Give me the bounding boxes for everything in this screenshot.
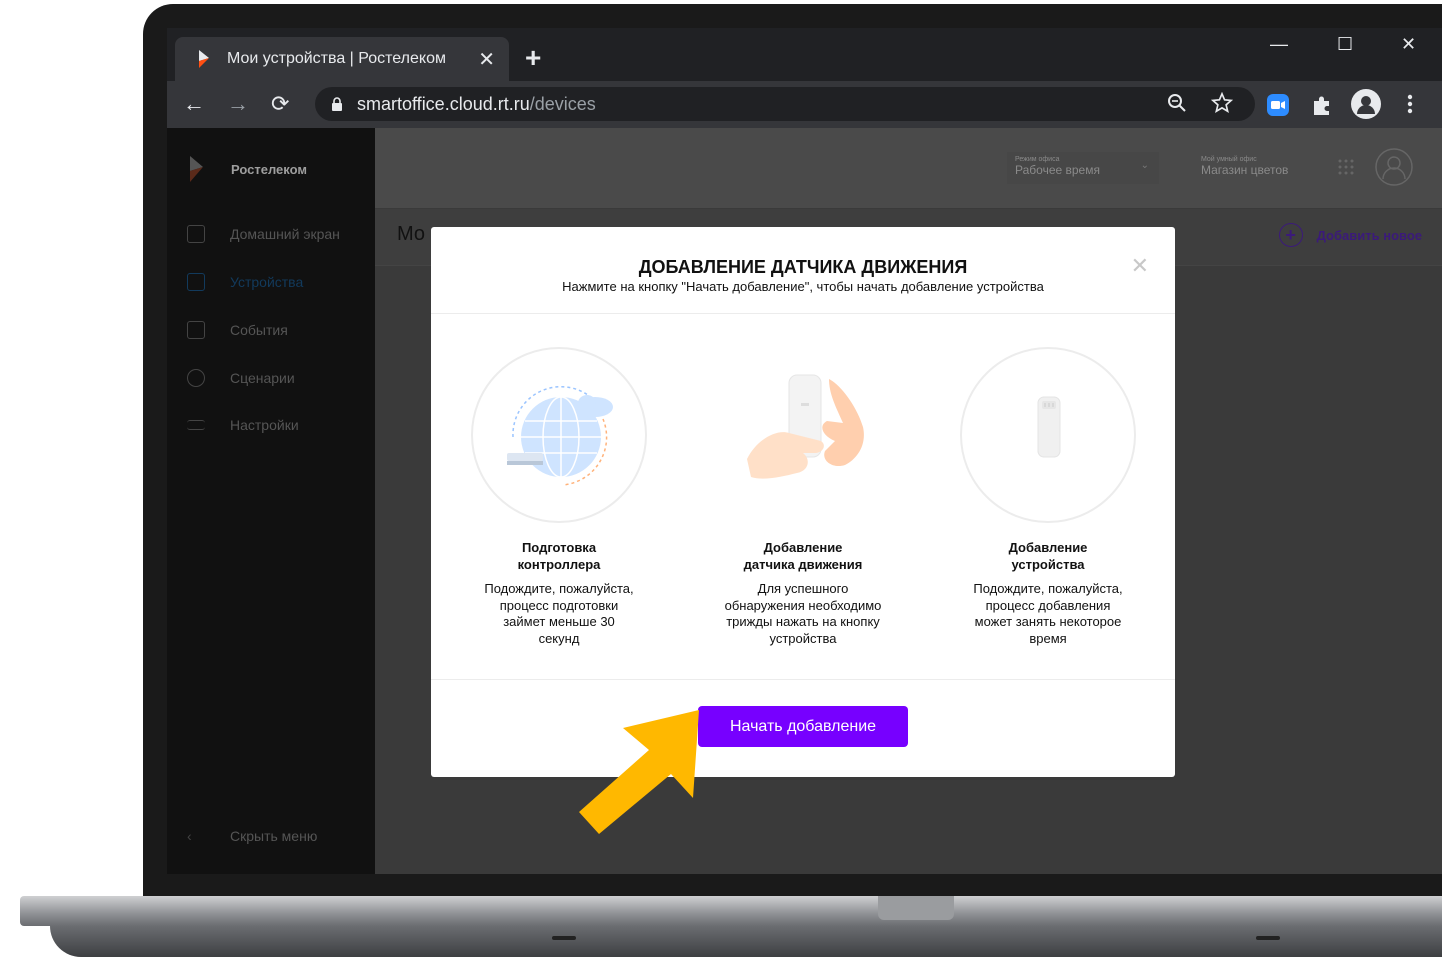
grid-icon: [187, 225, 205, 243]
office-mode-label: Режим офиса: [1015, 156, 1060, 163]
laptop-foot: [552, 936, 576, 940]
sidebar-brand: Ростелеком: [187, 156, 307, 182]
sidebar-item-events[interactable]: События: [187, 321, 288, 339]
step-illustration: [715, 347, 891, 523]
sidebar-item-settings[interactable]: Настройки: [187, 417, 299, 433]
laptop-hinge-notch: [878, 896, 954, 920]
lock-icon: [332, 97, 342, 111]
step-title: Подготовка контроллера: [517, 540, 601, 572]
sidebar-item-devices[interactable]: Устройства: [187, 273, 303, 291]
chevron-down-icon: ⌄: [1140, 160, 1149, 171]
sidebar: Ростелеком Домашний экран Устройства Соб…: [167, 128, 375, 874]
web-page: Ростелеком Домашний экран Устройства Соб…: [167, 128, 1442, 874]
modal-divider: [431, 313, 1175, 314]
pointer-arrow-icon: [579, 710, 699, 834]
step-add-motion-sensor: Добавление датчика движения Для успешног…: [703, 347, 903, 647]
step-title: Добавление устройства: [1008, 540, 1088, 572]
calendar-icon: [187, 321, 205, 339]
laptop-base-bottom: [50, 926, 1442, 957]
hand-sensor-icon: [747, 374, 864, 479]
reload-icon[interactable]: ⟳: [271, 91, 289, 117]
step-illustration: [960, 347, 1136, 523]
maximize-icon[interactable]: ☐: [1337, 34, 1353, 55]
rostelecom-favicon-icon: [199, 50, 209, 68]
sidebar-item-label: События: [230, 322, 288, 338]
add-new-label: Добавить новое: [1316, 227, 1422, 243]
laptop-base: [20, 896, 1442, 957]
smart-office-value: Магазин цветов: [1201, 163, 1289, 177]
browser-window: Мои устройства | Ростелеком ✕ + — ☐ ✕ ← …: [167, 28, 1442, 874]
browser-tab[interactable]: Мои устройства | Ростелеком ✕: [175, 37, 509, 81]
modal-subtitle: Нажмите на кнопку "Начать добавление", ч…: [562, 279, 1044, 294]
add-new-button[interactable]: + Добавить новое: [1278, 223, 1422, 247]
zoom-extension-icon[interactable]: [1267, 94, 1289, 116]
step-description: Для успешного обнаружения необходимо три…: [724, 581, 882, 646]
collapse-label: Скрыть меню: [230, 828, 318, 844]
close-window-icon[interactable]: ✕: [1401, 34, 1416, 55]
minimize-icon[interactable]: —: [1270, 34, 1288, 55]
tab-strip: Мои устройства | Ростелеком ✕ + — ☐ ✕: [167, 28, 1442, 81]
address-bar[interactable]: smartoffice.cloud.rt.ru/devices: [315, 87, 1255, 121]
step-add-device: Добавление устройства Подождите, пожалуй…: [948, 347, 1148, 647]
page-title: Мо: [397, 223, 426, 245]
forward-icon[interactable]: →: [227, 91, 249, 117]
sidebar-item-scenarios[interactable]: Сценарии: [187, 369, 295, 387]
laptop-base-top: [20, 896, 1442, 926]
sidebar-item-label: Домашний экран: [230, 226, 340, 242]
smart-office-select[interactable]: Мой умный офис Магазин цветов: [1193, 152, 1311, 184]
office-mode-select[interactable]: Режим офиса Рабочее время ⌄: [1007, 152, 1159, 184]
add-motion-sensor-modal: ✕ ДОБАВЛЕНИЕ ДАТЧИКА ДВИЖЕНИЯ Нажмите на…: [431, 227, 1175, 777]
sidebar-item-label: Устройства: [230, 274, 304, 290]
step-illustration: [471, 347, 647, 523]
browser-toolbar: ← → ⟳ smartoffice.cloud.rt.ru/devices: [167, 81, 1442, 128]
globe-cloud-icon: [507, 385, 613, 486]
sidebar-item-label: Настройки: [230, 417, 299, 433]
step-prepare-controller: Подготовка контроллера Подождите, пожалу…: [459, 347, 659, 647]
chevron-left-icon: ‹: [187, 828, 192, 844]
url-path: /devices: [529, 93, 596, 114]
laptop-foot: [1256, 936, 1280, 940]
new-tab-button[interactable]: +: [525, 42, 541, 74]
url-host: smartoffice.cloud.rt.ru: [357, 93, 530, 114]
step-title: Добавление датчика движения: [743, 540, 863, 572]
modal-footer-divider: [431, 679, 1175, 680]
step-description: Подождите, пожалуйста, процесс подготовк…: [484, 581, 634, 646]
modal-title: ДОБАВЛЕНИЕ ДАТЧИКА ДВИЖЕНИЯ: [638, 257, 968, 277]
device-icon: [187, 273, 205, 291]
user-avatar-icon[interactable]: [1375, 148, 1413, 186]
motion-sensor-device-icon: [1037, 396, 1061, 458]
star-icon[interactable]: [1211, 92, 1233, 114]
puzzle-icon[interactable]: [1311, 94, 1333, 116]
sliders-icon: [187, 420, 205, 430]
tab-title: Мои устройства | Ростелеком: [227, 50, 446, 67]
sidebar-item-label: Сценарии: [230, 370, 295, 386]
step-description: Подождите, пожалуйста, процесс добавлени…: [973, 581, 1123, 646]
profile-icon[interactable]: [1351, 89, 1381, 119]
back-icon[interactable]: ←: [183, 91, 205, 117]
tab-close-icon[interactable]: ✕: [478, 47, 495, 72]
smart-office-label: Мой умный офис: [1201, 156, 1257, 163]
rostelecom-logo-icon: [190, 156, 203, 182]
menu-icon[interactable]: [1407, 94, 1413, 114]
main-header: Режим офиса Рабочее время ⌄ Мой умный оф…: [375, 128, 1442, 209]
apps-grid-icon[interactable]: [1337, 158, 1355, 176]
plus-circle-icon: +: [1278, 223, 1303, 247]
sidebar-item-home[interactable]: Домашний экран: [187, 225, 340, 243]
scenario-icon: [187, 369, 205, 387]
sidebar-collapse[interactable]: ‹ Скрыть меню: [187, 828, 317, 844]
brand-name: Ростелеком: [231, 161, 307, 177]
office-mode-value: Рабочее время: [1015, 163, 1100, 177]
zoom-icon[interactable]: [1167, 93, 1187, 113]
start-adding-button[interactable]: Начать добавление: [698, 706, 908, 747]
